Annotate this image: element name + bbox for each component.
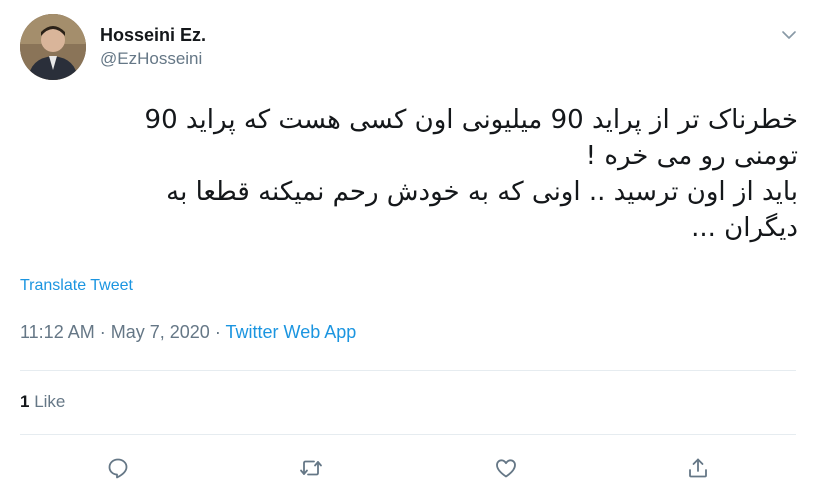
tweet-time[interactable]: 11:12 AM — [20, 322, 95, 342]
action-bar — [0, 448, 816, 488]
chevron-down-icon[interactable] — [780, 26, 798, 44]
tweet-source-link[interactable]: Twitter Web App — [226, 322, 357, 342]
like-count: 1 — [20, 392, 30, 411]
tweet-line: دیگران ... — [691, 213, 798, 243]
retweet-icon — [300, 460, 322, 476]
share-icon — [689, 458, 707, 478]
meta-separator: · — [214, 322, 221, 342]
tweet-text: خطرناک تر از پراید 90 میلیونی اون کسی هس… — [20, 102, 798, 246]
avatar-photo — [20, 14, 86, 80]
tweet-date[interactable]: May 7, 2020 — [111, 322, 210, 342]
heart-icon — [496, 459, 516, 478]
display-name[interactable]: Hosseini Ez. — [100, 24, 206, 46]
user-names: Hosseini Ez. @EzHosseini — [100, 24, 206, 70]
reply-icon — [108, 458, 128, 479]
avatar[interactable] — [20, 14, 86, 80]
translate-tweet-link[interactable]: Translate Tweet — [20, 277, 133, 295]
like-button[interactable] — [490, 452, 522, 484]
tweet-line: تومنی رو می خره ! — [585, 141, 798, 171]
like-label: Like — [34, 392, 66, 411]
tweet-line: خطرناک تر از پراید 90 میلیونی اون کسی هس… — [144, 105, 798, 135]
user-handle[interactable]: @EzHosseini — [100, 48, 206, 70]
reply-button[interactable] — [102, 452, 134, 484]
likes-stat[interactable]: 1 Like — [20, 392, 65, 412]
tweet-line: باید از اون ترسید .. اونی که به خودش رحم… — [166, 177, 798, 207]
share-button[interactable] — [682, 452, 714, 484]
divider — [20, 434, 796, 435]
divider — [20, 370, 796, 371]
tweet-meta: 11:12 AM · May 7, 2020 · Twitter Web App — [20, 322, 356, 343]
meta-separator: · — [99, 322, 106, 342]
retweet-button[interactable] — [295, 452, 327, 484]
tweet-header: Hosseini Ez. @EzHosseini — [20, 14, 800, 80]
